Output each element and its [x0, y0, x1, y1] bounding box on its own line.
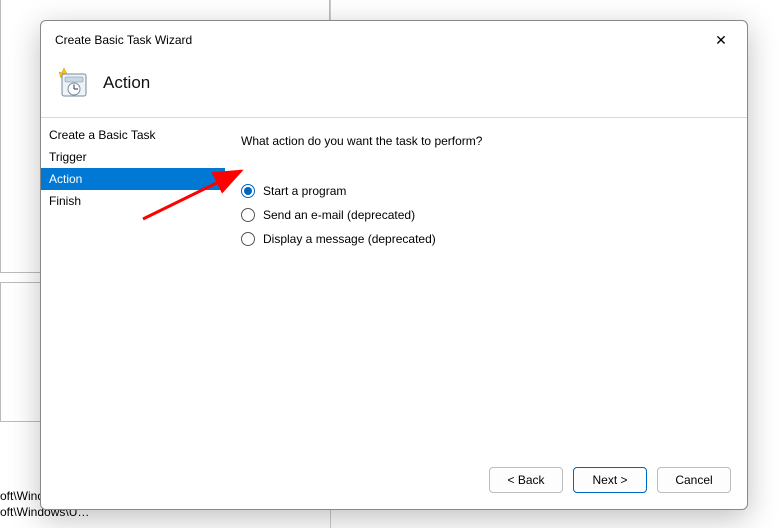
cancel-button[interactable]: Cancel [657, 467, 731, 493]
back-button[interactable]: < Back [489, 467, 563, 493]
step-action[interactable]: Action [41, 168, 225, 190]
wizard-dialog: Create Basic Task Wizard ✕ Action Create… [40, 20, 748, 510]
step-finish[interactable]: Finish [41, 190, 225, 212]
option-label: Start a program [263, 184, 346, 198]
step-trigger[interactable]: Trigger [41, 146, 225, 168]
next-button[interactable]: Next > [573, 467, 647, 493]
close-icon: ✕ [715, 32, 727, 49]
radio-icon [241, 232, 255, 246]
close-button[interactable]: ✕ [703, 29, 739, 51]
radio-icon [241, 184, 255, 198]
option-send-email[interactable]: Send an e-mail (deprecated) [241, 208, 729, 222]
option-label: Send an e-mail (deprecated) [263, 208, 415, 222]
option-label: Display a message (deprecated) [263, 232, 436, 246]
action-prompt: What action do you want the task to perf… [241, 134, 729, 148]
header-area: Action [41, 59, 747, 118]
body-area: Create a Basic Task Trigger Action Finis… [41, 118, 747, 455]
button-bar: < Back Next > Cancel [41, 455, 747, 509]
wizard-content: What action do you want the task to perf… [225, 118, 747, 455]
option-display-message[interactable]: Display a message (deprecated) [241, 232, 729, 246]
radio-icon [241, 208, 255, 222]
wizard-steps-sidebar: Create a Basic Task Trigger Action Finis… [41, 118, 225, 455]
dialog-title: Create Basic Task Wizard [55, 33, 703, 47]
step-create-basic-task[interactable]: Create a Basic Task [41, 124, 225, 146]
option-start-program[interactable]: Start a program [241, 184, 729, 198]
wizard-icon [55, 65, 91, 101]
page-heading: Action [103, 73, 150, 93]
titlebar: Create Basic Task Wizard ✕ [41, 21, 747, 59]
